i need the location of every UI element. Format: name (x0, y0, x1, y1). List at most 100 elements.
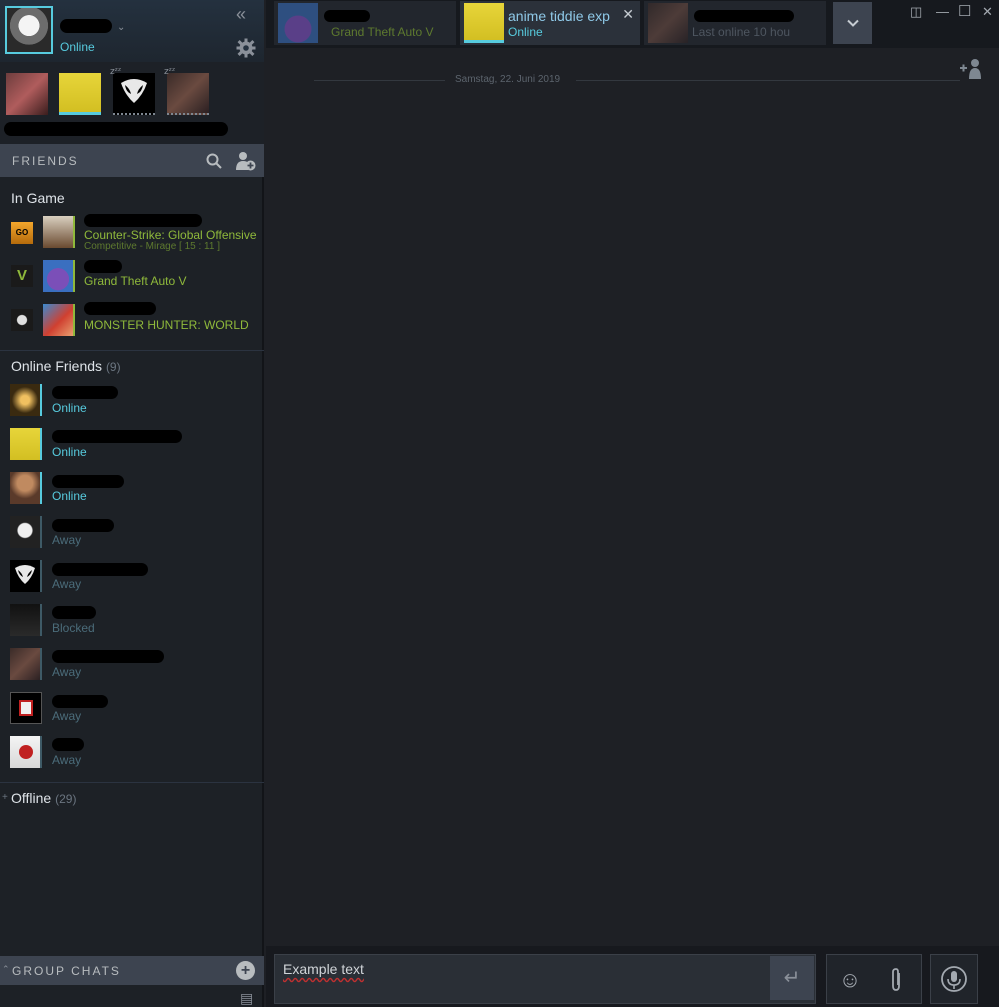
friend-status: Away (52, 709, 82, 723)
recent-chat-avatar[interactable] (6, 73, 48, 115)
collapse-up-icon: ⌃ (2, 964, 10, 974)
online-friend-row[interactable]: Away (0, 560, 264, 600)
online-friend-row[interactable]: Away (0, 736, 264, 776)
recent-chat-avatar[interactable] (59, 73, 101, 115)
avatar-detail (19, 745, 33, 759)
online-friend-row[interactable]: Online (0, 428, 264, 468)
friend-name-redacted (52, 563, 148, 576)
current-user-header: ⌄ Online « (0, 0, 264, 62)
tab-subtitle: Last online 10 hou (692, 25, 791, 39)
online-friend-row[interactable]: Away (0, 692, 264, 732)
friend-avatar (10, 428, 42, 460)
friend-status: Online (52, 445, 87, 459)
friend-avatar (43, 216, 75, 248)
chat-tab-active[interactable]: anime tiddie exp Online ✕ (460, 1, 640, 45)
friend-rich-presence: Competitive - Mirage [ 15 : 11 ] (84, 241, 220, 252)
date-divider: Samstag, 22. Juni 2019 (455, 74, 561, 85)
online-friend-row[interactable]: Away (0, 648, 264, 688)
in-game-friend-row[interactable]: MONSTER HUNTER: WORLD (0, 302, 264, 342)
friend-status: Online (52, 489, 87, 503)
chevron-down-icon[interactable]: ⌄ (117, 22, 125, 33)
in-game-section-title: In Game (11, 190, 65, 206)
close-window-icon[interactable]: ✕ (982, 4, 993, 20)
recent-names-redacted (4, 122, 228, 136)
minimize-icon[interactable]: — (936, 4, 949, 19)
tab-avatar (278, 3, 318, 43)
message-entry-bar: Example text ↵ ☺ (266, 946, 999, 1007)
online-friends-section-title[interactable]: Online Friends (9) (11, 358, 121, 374)
friends-header-label: FRIENDS (12, 154, 79, 168)
online-friend-row[interactable]: Online (0, 472, 264, 512)
friend-name-redacted (84, 302, 156, 315)
friend-game: Grand Theft Auto V (84, 274, 187, 288)
user-avatar[interactable] (5, 6, 53, 54)
offline-count: (29) (55, 792, 77, 806)
recent-chat-avatar[interactable] (167, 73, 209, 115)
friend-avatar (43, 260, 75, 292)
friends-header: FRIENDS (0, 144, 264, 177)
date-divider-line (576, 80, 960, 81)
send-button[interactable]: ↵ (770, 956, 814, 1000)
attach-button[interactable] (881, 965, 911, 995)
avatar-detail (19, 700, 33, 716)
sidebar-toggle-icon[interactable]: ◫ (910, 4, 922, 20)
friend-name-redacted (52, 695, 108, 708)
paperclip-icon (892, 968, 900, 991)
offline-section-title: Offline (29) (11, 790, 76, 806)
chevron-down-icon (846, 19, 859, 27)
friend-status: Online (52, 401, 87, 415)
venom-avatar-icon (15, 565, 35, 584)
recent-chat-avatar[interactable] (113, 73, 155, 115)
offline-section-toggle[interactable]: + Offline (29) (0, 790, 264, 810)
tab-avatar (648, 3, 688, 43)
online-friends-count: (9) (105, 360, 121, 374)
tab-subtitle: Grand Theft Auto V (331, 25, 434, 39)
in-game-friend-row[interactable]: GO Counter-Strike: Global Offensive Comp… (0, 214, 264, 254)
more-tabs-button[interactable] (833, 2, 872, 44)
sleeping-icon: zᶻᶻ (164, 67, 176, 77)
invite-to-chat-icon[interactable] (958, 58, 984, 80)
add-group-chat-icon[interactable]: + (236, 961, 255, 980)
close-tab-icon[interactable]: ✕ (622, 6, 634, 23)
voice-chat-button[interactable] (939, 965, 969, 995)
friend-name-redacted (52, 650, 164, 663)
group-chats-header[interactable]: ⌃ GROUP CHATS + (0, 956, 264, 985)
recent-chats-strip: zᶻᶻ zᶻᶻ (0, 62, 264, 144)
friend-status: Away (52, 533, 82, 547)
chat-tab[interactable]: Grand Theft Auto V (274, 1, 456, 45)
collapse-icon[interactable]: « (236, 5, 246, 23)
venom-avatar-icon (121, 79, 147, 103)
emoji-button[interactable]: ☺ (835, 965, 865, 995)
message-input[interactable]: Example text (274, 954, 816, 1004)
monster-hunter-game-icon (11, 309, 33, 331)
chat-history[interactable]: Samstag, 22. Juni 2019 (266, 48, 999, 946)
user-name-redacted[interactable] (60, 19, 112, 33)
friend-game: Counter-Strike: Global Offensive (84, 228, 257, 242)
friend-name-redacted (84, 260, 122, 273)
friend-name-redacted (52, 519, 114, 532)
chat-tabs-bar: Grand Theft Auto V anime tiddie exp Onli… (266, 0, 999, 48)
friend-status: Away (52, 665, 82, 679)
friend-avatar (10, 736, 42, 768)
maximize-icon[interactable]: ☐ (958, 2, 971, 20)
tab-name-redacted (694, 10, 794, 22)
search-icon[interactable] (206, 153, 222, 169)
section-divider (0, 350, 264, 351)
chat-history-icon[interactable]: ▤ (240, 990, 253, 1007)
gear-icon[interactable] (236, 38, 256, 58)
online-friend-row[interactable]: Away (0, 516, 264, 556)
add-friend-icon[interactable] (236, 151, 256, 171)
chat-tab[interactable]: Last online 10 hou (644, 1, 826, 45)
online-friend-row[interactable]: Online (0, 384, 264, 424)
online-friend-row[interactable]: Blocked (0, 604, 264, 644)
tab-name: anime tiddie exp (508, 8, 610, 24)
offline-title: Offline (11, 790, 52, 806)
in-game-friend-row[interactable]: V Grand Theft Auto V (0, 258, 264, 298)
friend-status: Blocked (52, 621, 95, 635)
friend-avatar (43, 304, 75, 336)
message-input-text: Example text (283, 961, 364, 977)
online-friends-title: Online Friends (11, 358, 103, 374)
friend-name-redacted (52, 475, 124, 488)
voice-tools (930, 954, 978, 1004)
section-divider (0, 782, 264, 783)
